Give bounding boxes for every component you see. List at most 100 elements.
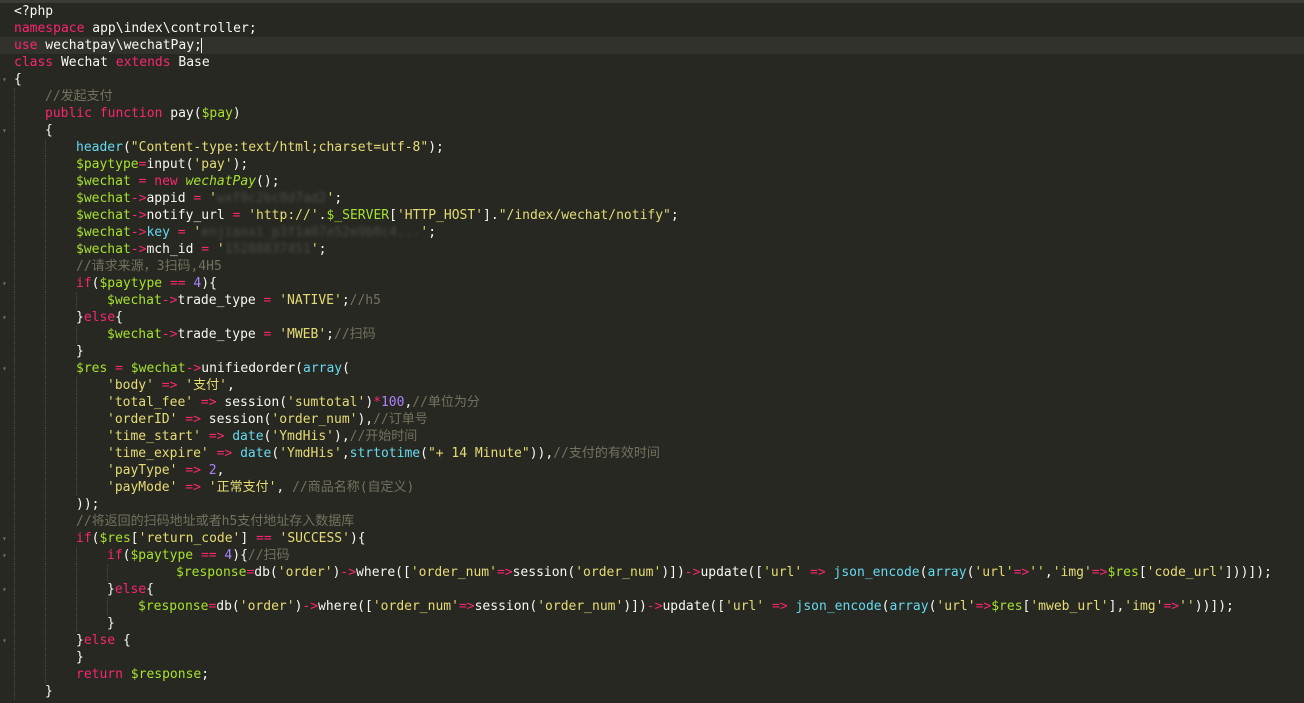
code-token: (: [420, 446, 428, 461]
code-line[interactable]: ));: [14, 496, 1304, 513]
code-token: }: [107, 582, 115, 597]
code-line[interactable]: //发起支付: [14, 88, 1304, 105]
code-line[interactable]: ▾ if($res['return_code'] == 'SUCCESS'){: [2, 530, 1304, 547]
code-line[interactable]: ▾ $res = $wechat->unifiedorder(array(: [2, 360, 1304, 377]
indent-guide: [45, 190, 46, 207]
code-line[interactable]: 'time_expire' => date('YmdHis',strtotime…: [14, 445, 1304, 462]
code-token: 'url': [763, 565, 803, 580]
code-line[interactable]: //将返回的扫码地址或者h5支付地址存入数据库: [14, 513, 1304, 530]
code-line[interactable]: return $response;: [14, 666, 1304, 683]
fold-arrow-icon[interactable]: ▾: [2, 275, 7, 292]
code-token: ),: [357, 412, 374, 427]
code-line[interactable]: $paytype=input('pay');: [14, 156, 1304, 173]
code-token: =>: [975, 599, 992, 614]
code-token: $paytype: [99, 276, 163, 291]
fold-arrow-icon[interactable]: ▾: [2, 122, 7, 139]
code-line[interactable]: namespace app\index\controller;: [14, 20, 1304, 37]
code-token: function: [99, 106, 163, 121]
code-line[interactable]: 'body' => '支付',: [14, 377, 1304, 394]
code-line-content: }: [14, 344, 84, 359]
code-line[interactable]: $response=db('order')->where(['order_num…: [14, 564, 1304, 581]
code-token: $wechat: [76, 225, 131, 240]
code-area[interactable]: <?php namespace app\index\controller; use …: [0, 3, 1304, 700]
code-line[interactable]: $wechat->trade_type = 'NATIVE';//h5: [14, 292, 1304, 309]
code-token: 'order': [239, 599, 295, 614]
code-line[interactable]: class Wechat extends Base: [14, 54, 1304, 71]
code-token: 100: [380, 395, 405, 410]
code-token: 'total_fee': [107, 395, 194, 410]
code-token: public: [45, 106, 92, 121]
fold-gutter[interactable]: [0, 3, 10, 703]
code-token: 'order_num': [537, 599, 624, 614]
indent-guide: [76, 377, 77, 394]
code-line[interactable]: $response=db('order')->where(['order_num…: [14, 598, 1304, 615]
indent-guide: [14, 530, 15, 547]
indent-guide: [45, 649, 46, 666]
code-line[interactable]: }: [14, 615, 1304, 632]
code-line-content: class Wechat extends Base: [14, 55, 210, 70]
code-token: class: [14, 55, 54, 70]
code-line[interactable]: public function pay($pay): [14, 105, 1304, 122]
code-line[interactable]: ▾}else{: [2, 309, 1304, 326]
code-line[interactable]: ▾ if($paytype == 4){//扫码: [2, 547, 1304, 564]
indent-guide: [45, 530, 46, 547]
code-line[interactable]: <?php: [14, 3, 1304, 20]
code-token: update([: [700, 565, 764, 580]
code-line[interactable]: $wechat->appid = 'wxf0c2bc8d7ad2';: [14, 190, 1304, 207]
code-token: ]))]);: [1224, 565, 1272, 580]
code-token: ){: [201, 276, 217, 291]
code-token: ==: [200, 548, 217, 563]
code-line[interactable]: $wechat = new wechatPay();: [14, 173, 1304, 190]
fold-arrow-icon[interactable]: ▾: [2, 71, 7, 88]
code-line[interactable]: }: [14, 343, 1304, 360]
indent-guide: [45, 581, 46, 598]
code-line[interactable]: ▾ if($paytype == 4){: [2, 275, 1304, 292]
code-token: )]): [623, 599, 647, 614]
code-line[interactable]: header("Content-type:text/html;charset=u…: [14, 139, 1304, 156]
code-line[interactable]: $wechat->mch_id = '15288837451';: [14, 241, 1304, 258]
code-line[interactable]: }: [14, 649, 1304, 666]
fold-arrow-icon[interactable]: ▾: [2, 632, 7, 649]
code-line[interactable]: ▾{: [2, 122, 1304, 139]
code-token: 'http://': [248, 208, 319, 223]
code-line[interactable]: 'total_fee' => session('sumtotal')*100,/…: [14, 394, 1304, 411]
code-line[interactable]: 'payType' => 2,: [14, 462, 1304, 479]
indent-guide: [14, 377, 15, 394]
code-line[interactable]: }: [14, 683, 1304, 700]
fold-arrow-icon[interactable]: ▾: [2, 530, 7, 547]
code-line[interactable]: $wechat->trade_type = 'MWEB';//扫码: [14, 326, 1304, 343]
code-token: =>: [810, 565, 826, 580]
code-line[interactable]: 'time_start' => date('YmdHis'),//开始时间: [14, 428, 1304, 445]
code-line[interactable]: ▾}else {: [2, 632, 1304, 649]
code-token: //支付的有效时间: [553, 446, 660, 461]
code-line[interactable]: use wechatpay\wechatPay;: [0, 37, 1304, 54]
code-token: 'img': [1052, 565, 1092, 580]
indent-guide: [45, 173, 46, 190]
code-line[interactable]: $wechat->key = 'enjianxi_p3f1a07e52e9b0c…: [14, 224, 1304, 241]
code-line[interactable]: ▾}else{: [2, 581, 1304, 598]
code-token: 'NATIVE': [279, 293, 342, 308]
fold-arrow-icon[interactable]: ▾: [2, 581, 7, 598]
indent-guide: [76, 564, 77, 581]
code-line[interactable]: 'payMode' => '正常支付', //商品名称(自定义): [14, 479, 1304, 496]
indent-guide: [14, 139, 15, 156]
fold-arrow-icon[interactable]: ▾: [2, 360, 7, 377]
code-token: $_SERVER: [326, 208, 390, 223]
indent-guide: [45, 156, 46, 173]
code-token: [: [389, 208, 397, 223]
code-line[interactable]: //请求来源，3扫码,4H5: [14, 258, 1304, 275]
indent-guide: [14, 241, 15, 258]
indent-guide: [45, 326, 46, 343]
code-line[interactable]: ▾{: [2, 71, 1304, 88]
fold-arrow-icon[interactable]: ▾: [2, 309, 7, 326]
code-line[interactable]: $wechat->notify_url = 'http://'.$_SERVER…: [14, 207, 1304, 224]
fold-arrow-icon[interactable]: ▾: [2, 547, 7, 564]
code-line-content: {: [14, 72, 22, 87]
code-line[interactable]: 'orderID' => session('order_num'),//订单号: [14, 411, 1304, 428]
code-token: [: [1138, 565, 1147, 580]
code-line-content: $response=db('order')->where(['order_num…: [14, 599, 1234, 614]
code-token: {: [240, 548, 248, 563]
code-line-content: }: [14, 684, 53, 699]
